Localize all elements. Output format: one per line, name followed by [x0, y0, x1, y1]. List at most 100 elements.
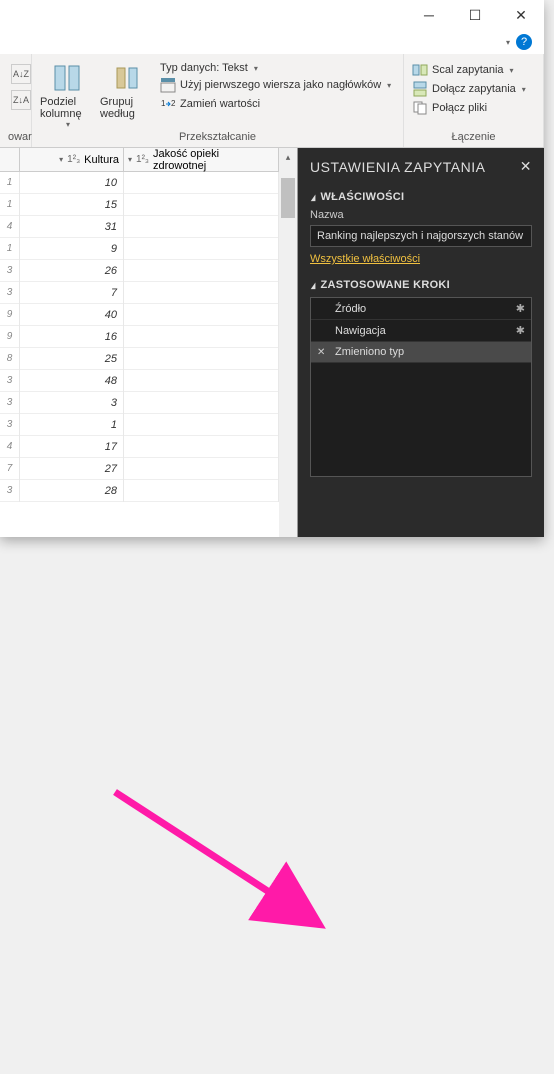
- cell[interactable]: 17: [20, 436, 123, 458]
- split-column-button[interactable]: Podziel kolumnę▾: [40, 58, 94, 129]
- combine-files-button[interactable]: Połącz pliki: [412, 100, 535, 116]
- vertical-scrollbar[interactable]: ▴: [279, 148, 297, 537]
- combine-files-icon: [412, 100, 428, 116]
- row-number: 4: [0, 436, 19, 458]
- merge-icon: [412, 62, 428, 78]
- row-number: 3: [0, 282, 19, 304]
- table-header-icon: [160, 77, 176, 93]
- sort-asc-button[interactable]: A↓Z: [11, 64, 31, 84]
- row-number: 7: [0, 458, 19, 480]
- applied-step[interactable]: ✕ Zmieniono typ: [311, 342, 531, 363]
- cell[interactable]: [124, 216, 278, 238]
- cell[interactable]: [124, 172, 278, 194]
- row-number: 3: [0, 392, 19, 414]
- row-number: 8: [0, 348, 19, 370]
- append-queries-button[interactable]: Dołącz zapytania▾: [412, 81, 535, 97]
- help-icon[interactable]: ?: [516, 34, 532, 50]
- cell[interactable]: 26: [20, 260, 123, 282]
- row-number: 1: [0, 172, 19, 194]
- column-header-jakosc[interactable]: ▾ 1²₃ Jakość opieki zdrowotnej: [124, 148, 279, 171]
- group-by-button[interactable]: Grupuj według: [100, 58, 154, 120]
- maximize-button[interactable]: ☐: [452, 0, 498, 30]
- step-label: Zmieniono typ: [335, 346, 404, 358]
- ribbon-group-label: Przekształcanie: [40, 129, 395, 143]
- sort-desc-button[interactable]: Z↓A: [11, 90, 31, 110]
- query-name-input[interactable]: [310, 225, 532, 247]
- cell[interactable]: [124, 304, 278, 326]
- row-number: 3: [0, 480, 19, 502]
- close-panel-button[interactable]: ✕: [520, 158, 532, 175]
- step-label: Nawigacja: [335, 325, 386, 337]
- ribbon-group-label: owar: [8, 129, 23, 143]
- cell[interactable]: 25: [20, 348, 123, 370]
- all-properties-link[interactable]: Wszystkie właściwości: [310, 253, 420, 265]
- row-number: 9: [0, 304, 19, 326]
- row-number: 4: [0, 216, 19, 238]
- applied-step[interactable]: Źródło ✱: [311, 298, 531, 320]
- cell[interactable]: [124, 282, 278, 304]
- replace-values-button[interactable]: 12 Zamień wartości: [160, 96, 391, 112]
- chevron-down-icon[interactable]: ▾: [59, 155, 63, 164]
- append-icon: [412, 81, 428, 97]
- row-number: 1: [0, 238, 19, 260]
- svg-text:1: 1: [161, 99, 166, 108]
- cell[interactable]: 27: [20, 458, 123, 480]
- cell[interactable]: 9: [20, 238, 123, 260]
- applied-steps-list: Źródło ✱ Nawigacja ✱ ✕ Zmieniono typ: [310, 297, 532, 477]
- cell[interactable]: [124, 238, 278, 260]
- column-header-kultura[interactable]: ▾ 1²₃ Kultura: [20, 148, 124, 171]
- cell[interactable]: 15: [20, 194, 123, 216]
- cell[interactable]: [124, 458, 278, 480]
- ribbon-group-label: Łączenie: [412, 129, 535, 143]
- gear-icon[interactable]: ✱: [516, 302, 525, 315]
- info-dropdown[interactable]: ▾: [506, 38, 510, 47]
- minimize-button[interactable]: ─: [406, 0, 452, 30]
- cell[interactable]: [124, 194, 278, 216]
- properties-section-title[interactable]: WŁAŚCIWOŚCI: [310, 191, 532, 203]
- cell[interactable]: [124, 260, 278, 282]
- gear-icon[interactable]: ✱: [516, 324, 525, 337]
- replace-icon: 12: [160, 96, 176, 112]
- first-row-headers-button[interactable]: Użyj pierwszego wiersza jako nagłówków▾: [160, 77, 391, 93]
- step-label: Źródło: [335, 303, 366, 315]
- cell[interactable]: [124, 348, 278, 370]
- type-icon: 1²₃: [136, 154, 149, 165]
- merge-queries-button[interactable]: Scal zapytania▾: [412, 62, 535, 78]
- cell[interactable]: [124, 370, 278, 392]
- ribbon: A↓Z Z↓A owar Podziel kolumnę▾ Grupuj wed…: [0, 54, 544, 148]
- chevron-down-icon[interactable]: ▾: [128, 155, 132, 164]
- split-column-icon: [51, 62, 83, 94]
- scroll-thumb[interactable]: [281, 178, 295, 218]
- applied-steps-title[interactable]: ZASTOSOWANE KROKI: [310, 279, 532, 291]
- cell[interactable]: [124, 414, 278, 436]
- cell[interactable]: 7: [20, 282, 123, 304]
- cell[interactable]: [124, 326, 278, 348]
- row-number: 3: [0, 414, 19, 436]
- panel-title: USTAWIENIA ZAPYTANIA: [310, 159, 485, 175]
- cell[interactable]: 40: [20, 304, 123, 326]
- cell[interactable]: [124, 392, 278, 414]
- infobar: ▾ ?: [0, 30, 544, 54]
- name-label: Nazwa: [310, 209, 532, 221]
- scroll-up-arrow[interactable]: ▴: [279, 148, 297, 166]
- applied-step[interactable]: Nawigacja ✱: [311, 320, 531, 342]
- datatype-button[interactable]: Typ danych: Tekst▾: [160, 62, 391, 74]
- row-number: 3: [0, 260, 19, 282]
- close-button[interactable]: ✕: [498, 0, 544, 30]
- cell[interactable]: [124, 436, 278, 458]
- cell[interactable]: 31: [20, 216, 123, 238]
- cell[interactable]: 28: [20, 480, 123, 502]
- query-settings-panel: USTAWIENIA ZAPYTANIA ✕ WŁAŚCIWOŚCI Nazwa…: [298, 148, 544, 537]
- data-grid[interactable]: ▾ 1²₃ Kultura ▾ 1²₃ Jakość opieki zdrowo…: [0, 148, 298, 537]
- cell[interactable]: 3: [20, 392, 123, 414]
- cell[interactable]: 16: [20, 326, 123, 348]
- annotation-arrow: [0, 537, 544, 1074]
- type-icon: 1²₃: [67, 154, 80, 165]
- cell[interactable]: 10: [20, 172, 123, 194]
- cell[interactable]: [124, 480, 278, 502]
- svg-text:2: 2: [171, 99, 176, 108]
- delete-step-icon[interactable]: ✕: [317, 347, 325, 358]
- cell[interactable]: 48: [20, 370, 123, 392]
- cell[interactable]: 1: [20, 414, 123, 436]
- row-number: 1: [0, 194, 19, 216]
